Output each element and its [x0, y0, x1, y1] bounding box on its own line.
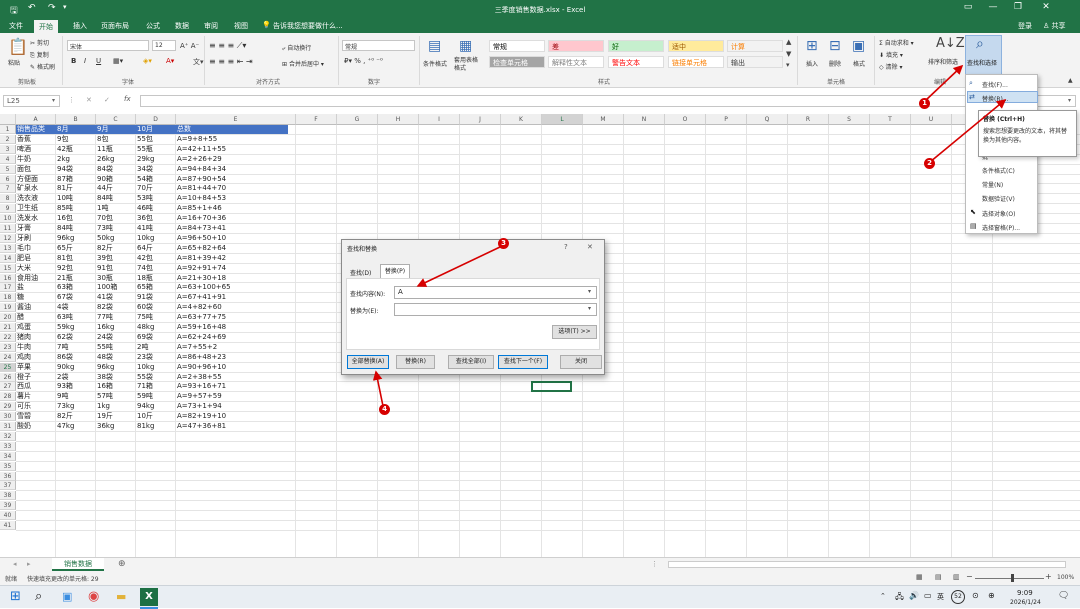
- annotation-arrow-1: [925, 64, 964, 101]
- annotation-badge-1: 1: [919, 98, 930, 109]
- annotation-arrow-4: [372, 370, 384, 407]
- cell-style-option[interactable]: 适中: [668, 40, 724, 52]
- cell-style-option[interactable]: 计算: [727, 40, 783, 52]
- cell-style-option[interactable]: 链接单元格: [668, 56, 724, 68]
- annotation-arrow-3: [416, 246, 501, 287]
- annotation-arrow-2: [929, 98, 1007, 163]
- cell-style-option[interactable]: 好: [608, 40, 664, 52]
- annotation-badge-2: 2: [924, 158, 935, 169]
- annotation-badge-3: 3: [498, 238, 509, 249]
- annotation-badge-4: 4: [379, 404, 390, 415]
- cell-style-option[interactable]: 差: [548, 40, 604, 52]
- cell-style-option[interactable]: 常规: [489, 40, 545, 52]
- cell-style-option[interactable]: 警告文本: [608, 56, 664, 68]
- cell-style-option[interactable]: 解释性文本: [548, 56, 604, 68]
- cell-style-option[interactable]: 检查单元格: [489, 56, 545, 68]
- annotation-arrows: [372, 64, 1007, 407]
- cell-style-option[interactable]: 输出: [727, 56, 783, 68]
